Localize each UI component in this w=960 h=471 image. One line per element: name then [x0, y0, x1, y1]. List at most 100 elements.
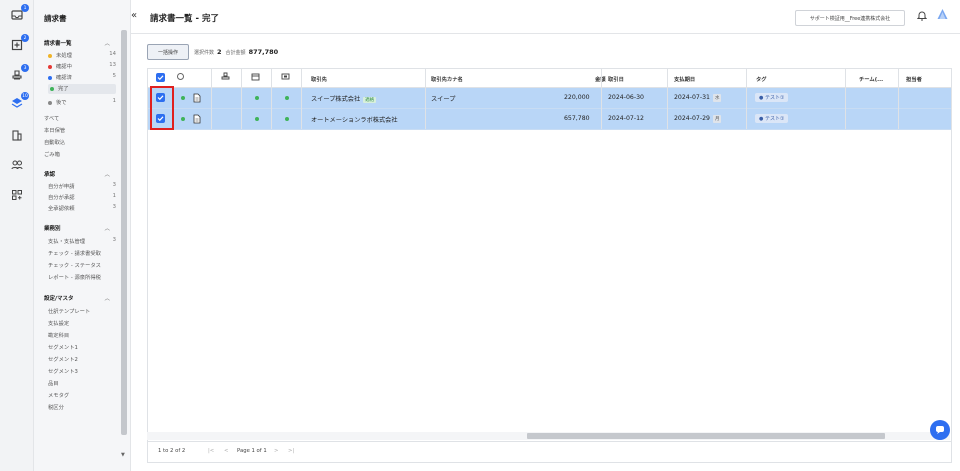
sidebar-section-approval[interactable]: 承認 ︿: [44, 170, 122, 178]
qualified-badge: 適格: [363, 97, 377, 103]
sidebar-item-account-titles[interactable]: 勘定科目: [48, 331, 116, 339]
sidebar-item-all-approval-requests[interactable]: 全承認依頼 3: [48, 204, 116, 212]
partner-name: スイープ株式会社: [311, 96, 361, 103]
sidebar-item-checking[interactable]: 確認中 13: [48, 62, 116, 70]
page-indicator: Page 1 of 1: [237, 448, 267, 454]
sidebar-item-segment-2[interactable]: セグメント2: [48, 355, 116, 363]
sidebar-item-count: 13: [109, 62, 116, 68]
status-dot: [181, 96, 185, 100]
sidebar-item-payment-management[interactable]: 支払・支払管理 3: [48, 237, 116, 245]
sidebar-item-my-requests[interactable]: 自分が申請 3: [48, 182, 116, 190]
selection-summary: 選択件数 2 合計金額 877,780: [194, 48, 282, 56]
column-divider: [425, 69, 426, 129]
scrollbar-thumb[interactable]: [527, 433, 885, 439]
stamp-column-icon: [221, 72, 230, 83]
document-icon[interactable]: [193, 114, 201, 126]
users-icon[interactable]: [10, 158, 24, 172]
sidebar-item-check-status[interactable]: チェック - ステータス: [48, 261, 116, 269]
rail-badge: 10: [21, 92, 29, 100]
next-page-icon[interactable]: >: [274, 448, 278, 454]
column-header-trade-date[interactable]: 取引日: [608, 75, 624, 83]
sidebar-item-segment-1[interactable]: セグメント1: [48, 343, 116, 351]
select-all-checkbox[interactable]: [156, 73, 165, 82]
first-page-icon[interactable]: |<: [208, 448, 214, 454]
tag-chip: ● テスト①: [755, 114, 789, 123]
trade-date-cell: 2024-07-12: [608, 115, 644, 122]
sidebar-item-auto-import[interactable]: 自動取込: [44, 138, 126, 146]
sidebar-item-tax-category[interactable]: 税区分: [48, 403, 116, 411]
sidebar-section-invoices[interactable]: 請求書一覧 ︿: [44, 39, 122, 47]
status-column-icon: [177, 73, 184, 80]
sidebar-item-unprocessed[interactable]: 未処理 14: [48, 51, 116, 59]
rail-badge: 3: [21, 64, 29, 72]
sidebar-item-my-approvals[interactable]: 自分が承認 1: [48, 193, 116, 201]
sidebar-section-settings[interactable]: 設定/マスタ ︿: [44, 294, 122, 302]
horizontal-scrollbar[interactable]: [147, 432, 950, 440]
sidebar-item-items[interactable]: 品目: [48, 379, 116, 387]
column-header-partner-kana[interactable]: 取引先カナ名: [431, 75, 463, 83]
column-divider: [667, 69, 668, 129]
sidebar-item-completed[interactable]: 完了: [48, 84, 116, 94]
inbox-icon[interactable]: 1: [10, 4, 29, 22]
column-divider: [301, 69, 302, 129]
column-header-team[interactable]: チーム(...: [859, 75, 883, 83]
table-row[interactable]: オートメーションラボ株式会社 657,780 2024-07-12 2024-0…: [148, 109, 951, 130]
organization-switcher-button[interactable]: サポート検証用__Free連携株式会社: [795, 10, 905, 26]
user-avatar-icon[interactable]: [936, 8, 949, 21]
sidebar-item-checked[interactable]: 確認済 5: [48, 73, 116, 81]
column-header-due-date[interactable]: 支払期日: [674, 75, 695, 83]
total-label: 合計金額: [225, 50, 246, 56]
sidebar-item-later[interactable]: 後で 1: [48, 98, 116, 106]
status-dot: [48, 64, 52, 69]
sidebar-section-business[interactable]: 業務別 ︿: [44, 224, 122, 232]
sidebar-item-saved-today[interactable]: 本日保管: [44, 126, 126, 134]
section-label: 承認: [44, 172, 56, 178]
status-dot: [255, 96, 259, 100]
top-header: « 請求書一覧 - 完了 サポート検証用__Free連携株式会社: [131, 0, 960, 34]
sidebar-item-segment-3[interactable]: セグメント3: [48, 367, 116, 375]
sidebar-item-count: 3: [112, 182, 116, 188]
sidebar-item-label: 自分が承認: [48, 195, 75, 201]
sidebar-item-journal-template[interactable]: 仕訳テンプレート: [48, 307, 116, 315]
chat-support-icon[interactable]: [930, 420, 950, 440]
last-page-icon[interactable]: >|: [288, 448, 294, 454]
sidebar-item-label: 確認済: [56, 75, 72, 81]
amount-cell: 657,780: [564, 115, 590, 122]
sidebar-item-all[interactable]: すべて: [44, 114, 126, 122]
sidebar-item-count: 1: [112, 98, 116, 104]
document-add-icon[interactable]: 2: [10, 34, 29, 52]
amount-cell: 220,000: [564, 94, 590, 101]
column-header-tag[interactable]: タグ: [756, 75, 767, 83]
sidebar-item-payment-settings[interactable]: 支払設定: [48, 319, 116, 327]
highlight-box: [150, 86, 174, 130]
bell-icon[interactable]: [916, 11, 928, 21]
scroll-down-icon[interactable]: ▼: [121, 452, 125, 458]
rail-badge: 2: [21, 34, 29, 42]
sidebar-item-check-invoice-receipt[interactable]: チェック - 請求書受取: [48, 249, 116, 257]
chevron-up-icon: ︿: [104, 296, 110, 302]
prev-page-icon[interactable]: <: [224, 448, 228, 454]
sidebar-scrollbar[interactable]: [121, 30, 127, 435]
sidebar-item-label: 支払・支払管理: [48, 239, 86, 245]
stamp-icon[interactable]: 3: [10, 64, 29, 82]
collapse-sidebar-icon[interactable]: «: [131, 10, 137, 21]
partner-cell: オートメーションラボ株式会社: [311, 117, 398, 124]
sidebar-item-memo-tags[interactable]: メモタグ: [48, 391, 116, 399]
table-row[interactable]: スイープ株式会社 適格 スイープ 220,000 2024-06-30 2024-…: [148, 88, 951, 109]
column-divider: [898, 69, 899, 129]
sidebar-item-trash[interactable]: ごみ箱: [44, 150, 126, 158]
due-date: 2024-07-29: [674, 115, 710, 122]
layers-icon[interactable]: 10: [10, 92, 29, 110]
status-dot: [285, 117, 289, 121]
total-amount: 877,780: [248, 48, 279, 56]
folder-column-icon: [251, 72, 260, 83]
sidebar-item-report-withholding[interactable]: レポート - 源泉所得税: [48, 273, 116, 281]
document-icon[interactable]: [193, 93, 201, 105]
building-icon[interactable]: [10, 128, 24, 142]
column-header-owner[interactable]: 担当者: [906, 75, 922, 83]
bulk-action-button[interactable]: 一括操作: [147, 44, 189, 60]
apps-icon[interactable]: [10, 188, 24, 202]
column-header-partner[interactable]: 取引先: [311, 75, 327, 83]
sidebar-title: 請求書: [44, 14, 67, 23]
selected-label: 選択件数: [194, 50, 215, 56]
